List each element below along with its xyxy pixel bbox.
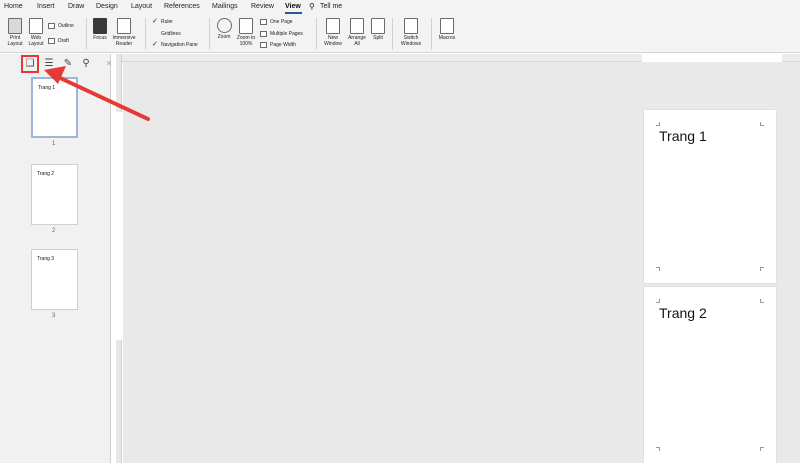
focus-icon: [93, 18, 107, 34]
checkmark-icon: ✓: [152, 18, 158, 25]
ribbon-divider: [316, 18, 317, 50]
page-text: Trang 2: [659, 305, 707, 321]
ribbon-divider: [209, 18, 210, 50]
lightbulb-icon: ⚲: [309, 2, 315, 11]
macros-button[interactable]: Macros: [436, 18, 458, 41]
thumbnail-page-number: 2: [52, 228, 56, 234]
outline-icon: [48, 23, 55, 29]
vertical-ruler: [116, 54, 122, 463]
draft-icon: [48, 38, 55, 44]
switch-windows-button[interactable]: Switch Windows: [397, 18, 425, 47]
split-button[interactable]: Split: [369, 18, 387, 41]
ribbon-divider: [86, 18, 87, 50]
gridlines-checkbox[interactable]: Gridlines: [152, 31, 181, 37]
tab-home[interactable]: Home: [4, 3, 23, 10]
web-layout-icon: [29, 18, 43, 34]
ruler-checkbox[interactable]: ✓ Ruler: [152, 18, 173, 25]
close-icon[interactable]: ✕: [103, 58, 115, 70]
immersive-reader-icon: [117, 18, 131, 34]
tab-tell-me[interactable]: Tell me: [320, 3, 342, 10]
arrange-all-icon: [350, 18, 364, 34]
corner-mark: [760, 267, 764, 271]
outline-button[interactable]: Outline: [48, 23, 74, 29]
corner-mark: [656, 447, 660, 451]
tab-draw[interactable]: Draw: [68, 3, 84, 10]
tab-references[interactable]: References: [164, 3, 200, 10]
page-thumbnail[interactable]: Trang 3: [31, 249, 78, 310]
new-window-icon: [326, 18, 340, 34]
active-tab-indicator: [285, 12, 302, 14]
thumbnail-page-number: 3: [52, 313, 56, 319]
navigation-pane: ❏ ☰ ✎ ⚲ ✕ Trang 1 1 Trang 2 2 Trang 3 3: [0, 54, 112, 463]
search-icon[interactable]: ⚲: [80, 58, 92, 70]
split-icon: [371, 18, 385, 34]
tab-view[interactable]: View: [285, 3, 301, 10]
thumbnails-icon[interactable]: ❏: [21, 55, 39, 73]
edit-pane-icon[interactable]: ✎: [62, 58, 74, 70]
focus-button[interactable]: Focus: [91, 18, 109, 41]
zoom-100-icon: [239, 18, 253, 34]
magnifier-icon: [216, 18, 232, 33]
ribbon-divider: [392, 18, 393, 50]
zoom-button[interactable]: Zoom: [214, 18, 234, 40]
page-text: Trang 1: [659, 128, 707, 144]
draft-button[interactable]: Draft: [48, 38, 69, 44]
ribbon-divider: [145, 18, 146, 50]
print-layout-button[interactable]: Print Layout: [6, 18, 24, 47]
corner-mark: [656, 122, 660, 126]
macros-icon: [440, 18, 454, 34]
checkmark-icon: ✓: [152, 41, 158, 48]
one-page-icon: [260, 19, 267, 25]
thumbnail-page-number: 1: [52, 141, 56, 147]
page-thumbnail[interactable]: Trang 1: [31, 77, 78, 138]
immersive-reader-button[interactable]: Immersive Reader: [111, 18, 137, 47]
one-page-button[interactable]: One Page: [260, 19, 293, 25]
page-width-icon: [260, 42, 267, 48]
tab-review[interactable]: Review: [251, 3, 274, 10]
tab-mailings[interactable]: Mailings: [212, 3, 238, 10]
corner-mark: [656, 299, 660, 303]
arrange-all-button[interactable]: Arrange All: [347, 18, 367, 47]
ribbon: Print Layout Web Layout Outline Draft Fo…: [0, 15, 800, 53]
multiple-pages-button[interactable]: Multiple Pages: [260, 31, 303, 37]
corner-mark: [760, 447, 764, 451]
switch-windows-icon: [404, 18, 418, 34]
navigation-pane-checkbox[interactable]: ✓ Navigation Pane: [152, 41, 198, 48]
document-page[interactable]: Trang 1: [644, 110, 776, 283]
corner-mark: [656, 267, 660, 271]
page-thumbnail[interactable]: Trang 2: [31, 164, 78, 225]
ribbon-tabs: Home Insert Draw Design Layout Reference…: [0, 0, 800, 15]
ribbon-divider: [431, 18, 432, 50]
new-window-button[interactable]: New Window: [321, 18, 345, 47]
corner-mark: [760, 122, 764, 126]
print-layout-icon: [8, 18, 22, 34]
multiple-pages-icon: [260, 31, 267, 37]
web-layout-button[interactable]: Web Layout: [27, 18, 45, 47]
corner-mark: [760, 299, 764, 303]
tab-insert[interactable]: Insert: [37, 3, 55, 10]
horizontal-ruler: [122, 54, 800, 62]
tab-layout[interactable]: Layout: [131, 3, 152, 10]
headings-icon[interactable]: ☰: [43, 58, 55, 70]
page-width-button[interactable]: Page Width: [260, 42, 296, 48]
tab-design[interactable]: Design: [96, 3, 118, 10]
zoom-100-button[interactable]: Zoom to 100%: [235, 18, 257, 47]
document-page[interactable]: Trang 2: [644, 287, 776, 463]
